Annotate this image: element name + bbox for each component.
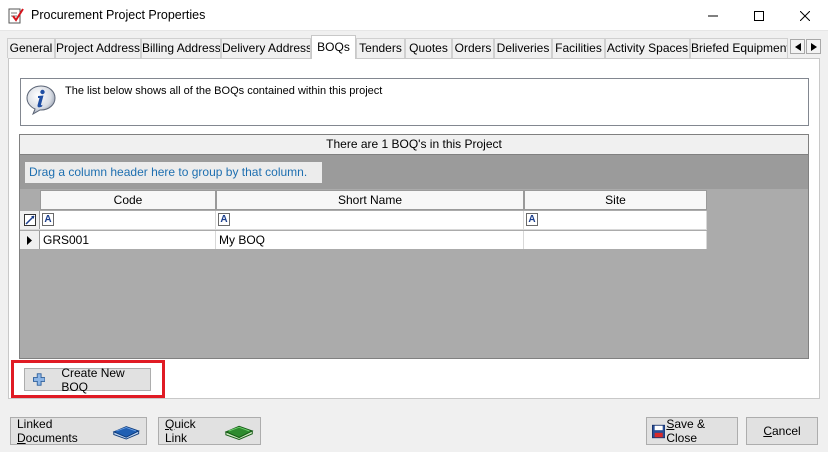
tab-general[interactable]: General — [7, 38, 55, 58]
filter-cell-short-name[interactable]: A — [216, 211, 524, 229]
cell-site[interactable] — [524, 231, 707, 249]
tab-orders[interactable]: Orders — [452, 38, 494, 58]
group-by-area[interactable]: Drag a column header here to group by th… — [20, 155, 808, 189]
boq-grid: There are 1 BOQ's in this Project Drag a… — [19, 134, 809, 359]
group-by-hint: Drag a column header here to group by th… — [25, 162, 322, 183]
create-new-boq-button[interactable]: Create New BOQ — [24, 365, 151, 394]
filter-row: A A A — [20, 211, 707, 230]
tab-quotes[interactable]: Quotes — [405, 38, 452, 58]
tab-strip: General Project Address Billing Address … — [0, 31, 828, 59]
tab-delivery-address[interactable]: Delivery Address — [221, 38, 311, 58]
cell-short-name[interactable]: My BOQ — [216, 231, 524, 249]
tab-facilities[interactable]: Facilities — [552, 38, 605, 58]
title-bar: Procurement Project Properties — [0, 0, 828, 31]
column-header-short-name[interactable]: Short Name — [216, 190, 524, 210]
triangle-left-icon — [794, 42, 801, 51]
green-book-icon — [224, 425, 254, 440]
app-icon — [8, 8, 24, 24]
current-row-triangle-icon — [27, 235, 32, 245]
quick-link-button[interactable]: Quick Link — [158, 417, 261, 445]
create-new-boq-label: Create New BOQ — [61, 365, 125, 394]
filter-operator-icon[interactable]: A — [42, 213, 54, 226]
row-selector[interactable] — [20, 231, 40, 249]
grid-caption: There are 1 BOQ's in this Project — [20, 135, 808, 155]
tab-scroll-left-button[interactable] — [790, 39, 805, 54]
save-and-close-label: Save & Close — [666, 417, 706, 445]
window-title: Procurement Project Properties — [31, 8, 206, 22]
column-header-code[interactable]: Code — [40, 190, 216, 210]
linked-documents-label: Linked Documents — [17, 417, 78, 445]
save-and-close-button[interactable]: Save & Close — [646, 417, 738, 445]
tab-activity-spaces[interactable]: Activity Spaces — [605, 38, 690, 58]
tab-scroll-right-button[interactable] — [806, 39, 821, 54]
maximize-icon — [754, 10, 764, 21]
minimize-icon — [708, 15, 718, 16]
close-icon — [800, 10, 810, 21]
save-disk-icon — [652, 424, 666, 438]
boqs-tab-page: The list below shows all of the BOQs con… — [8, 58, 820, 399]
tab-project-address[interactable]: Project Address — [55, 38, 141, 58]
cell-code[interactable]: GRS001 — [40, 231, 216, 249]
filter-cell-site[interactable]: A — [524, 211, 707, 229]
plus-icon — [33, 373, 46, 386]
tab-boqs[interactable]: BOQs — [311, 35, 356, 59]
filter-operator-icon[interactable]: A — [218, 213, 230, 226]
filter-row-selector[interactable] — [20, 211, 40, 229]
info-text: The list below shows all of the BOQs con… — [65, 85, 383, 97]
info-icon — [26, 85, 56, 116]
clear-filter-icon — [23, 214, 36, 226]
info-panel: The list below shows all of the BOQs con… — [20, 78, 809, 126]
quick-link-label: Quick Link — [165, 417, 196, 445]
tab-deliveries[interactable]: Deliveries — [494, 38, 552, 58]
tab-briefed-equipment[interactable]: Briefed Equipment — [690, 38, 788, 58]
table-row[interactable]: GRS001 My BOQ — [20, 231, 707, 249]
tab-billing-address[interactable]: Billing Address — [141, 38, 221, 58]
close-button[interactable] — [782, 0, 828, 31]
column-header-site[interactable]: Site — [524, 190, 707, 210]
triangle-right-icon — [810, 42, 817, 51]
filter-cell-code[interactable]: A — [40, 211, 216, 229]
blue-book-icon — [112, 426, 140, 440]
minimize-button[interactable] — [690, 0, 736, 31]
cancel-label: Cancel — [763, 424, 801, 438]
cancel-button[interactable]: Cancel — [746, 417, 818, 445]
tab-tenders[interactable]: Tenders — [356, 38, 405, 58]
maximize-button[interactable] — [736, 0, 782, 31]
linked-documents-button[interactable]: Linked Documents — [10, 417, 147, 445]
filter-operator-icon[interactable]: A — [526, 213, 538, 226]
